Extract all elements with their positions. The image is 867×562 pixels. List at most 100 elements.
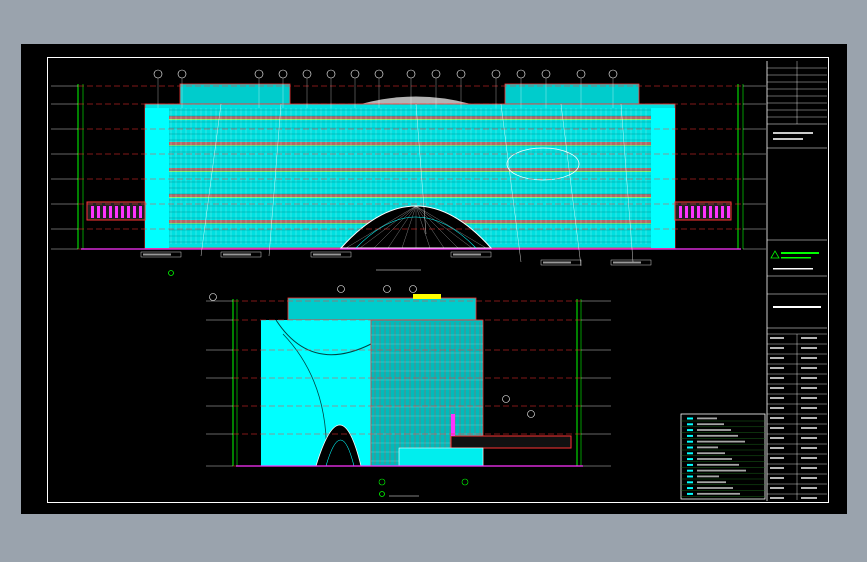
side-caption-bubble xyxy=(379,491,385,497)
legend-row-text xyxy=(697,469,746,472)
wing-bar xyxy=(133,206,136,218)
wing-bar xyxy=(685,206,688,218)
tb-row-value xyxy=(801,417,817,419)
wing-bar xyxy=(715,206,718,218)
legend-swatch xyxy=(687,417,693,420)
grid-bubble xyxy=(456,69,466,79)
side-grid-bubble xyxy=(527,410,535,418)
floor-band xyxy=(169,194,651,197)
grid-bubble xyxy=(406,69,416,79)
legend-swatch xyxy=(687,423,693,426)
legend-row-text xyxy=(697,458,732,460)
tb-row-text xyxy=(770,497,784,499)
tb-row-value xyxy=(801,387,817,389)
tb-heading xyxy=(773,138,803,140)
front-left-dimension-column xyxy=(77,84,84,249)
side-roof-accent xyxy=(413,294,441,299)
grid-bubble xyxy=(302,69,312,79)
tb-row-value xyxy=(801,407,817,409)
floor-band-edge xyxy=(169,119,651,120)
side-axis-bubble xyxy=(461,478,469,486)
side-grid-bubble xyxy=(337,285,345,293)
cad-viewport[interactable] xyxy=(21,44,847,514)
grid-bubble xyxy=(431,69,441,79)
legend-row-text xyxy=(697,434,738,437)
wing-bar xyxy=(697,206,700,218)
front-caption-bubble xyxy=(168,270,174,276)
title-block-rows xyxy=(767,61,827,500)
floor-band xyxy=(169,142,651,145)
front-callout-tags xyxy=(140,251,652,266)
legend-row-text xyxy=(697,492,740,495)
legend-row-text xyxy=(697,481,726,484)
front-elevation xyxy=(51,69,766,276)
side-entrance-block xyxy=(398,447,484,467)
tb-row-text xyxy=(770,467,784,469)
legend-swatch xyxy=(687,487,693,490)
roof-dome xyxy=(361,96,471,104)
grid-bubble xyxy=(254,69,264,79)
tb-row-text xyxy=(770,337,784,339)
tb-row-text xyxy=(770,457,784,459)
tb-row-text xyxy=(770,477,784,479)
legend-swatch xyxy=(687,446,693,449)
legend-row-text xyxy=(697,475,719,478)
wing-bar xyxy=(691,206,694,218)
tb-row-text xyxy=(770,397,784,399)
wing-bar xyxy=(127,206,130,218)
tb-row-text xyxy=(770,357,784,359)
tb-row-text xyxy=(770,377,784,379)
tb-row-value xyxy=(801,397,817,399)
side-grid-bubble xyxy=(209,293,217,301)
tb-row-text xyxy=(770,427,784,429)
right-roof-penthouse xyxy=(504,83,640,105)
legend-swatch xyxy=(687,475,693,478)
wing-bar xyxy=(679,206,682,218)
callout-tag-text xyxy=(143,253,171,256)
callout-tag-text xyxy=(223,253,251,256)
grid-bubble xyxy=(608,69,618,79)
callout-tag-text xyxy=(313,253,341,256)
tb-row-text xyxy=(770,447,784,449)
wing-bar xyxy=(103,206,106,218)
tb-row-value xyxy=(801,497,817,499)
floor-band-edge xyxy=(169,197,651,198)
grid-bubble xyxy=(177,69,187,79)
wing-bar xyxy=(709,206,712,218)
grid-bubble xyxy=(153,69,163,79)
legend-row-text xyxy=(697,446,718,449)
side-grid-bubble xyxy=(502,395,510,403)
wing-bar xyxy=(115,206,118,218)
tb-row-value xyxy=(801,377,817,379)
wing-bar xyxy=(703,206,706,218)
tb-row-text xyxy=(770,487,784,489)
legend-swatch xyxy=(687,440,693,443)
grid-bubble xyxy=(374,69,384,79)
tb-row-text xyxy=(770,347,784,349)
tb-row-value xyxy=(801,347,817,349)
wing-bar xyxy=(91,206,94,218)
side-elevation xyxy=(206,285,611,497)
left-end-tower xyxy=(145,108,169,248)
wing-bar xyxy=(97,206,100,218)
grid-bubble xyxy=(516,69,526,79)
legend-row-text xyxy=(697,440,745,443)
grid-bubble xyxy=(278,69,288,79)
legend-swatch xyxy=(687,458,693,461)
side-canopy xyxy=(450,435,572,449)
tb-row-text xyxy=(770,367,784,369)
legend-row-text xyxy=(697,487,733,489)
legend-swatch xyxy=(687,452,693,455)
side-right-dimension-column xyxy=(576,299,582,466)
grid-bubble xyxy=(576,69,586,79)
tb-row-value xyxy=(801,427,817,429)
callout-tag-text xyxy=(453,253,481,256)
left-roof-penthouse xyxy=(179,83,291,105)
tb-row-value xyxy=(801,337,817,339)
tb-row-value xyxy=(801,467,817,469)
grid-bubble xyxy=(541,69,551,79)
side-left-dimension-column xyxy=(232,299,238,466)
tb-row-value xyxy=(801,447,817,449)
tb-row-value xyxy=(801,487,817,489)
legend-swatch xyxy=(687,463,693,466)
